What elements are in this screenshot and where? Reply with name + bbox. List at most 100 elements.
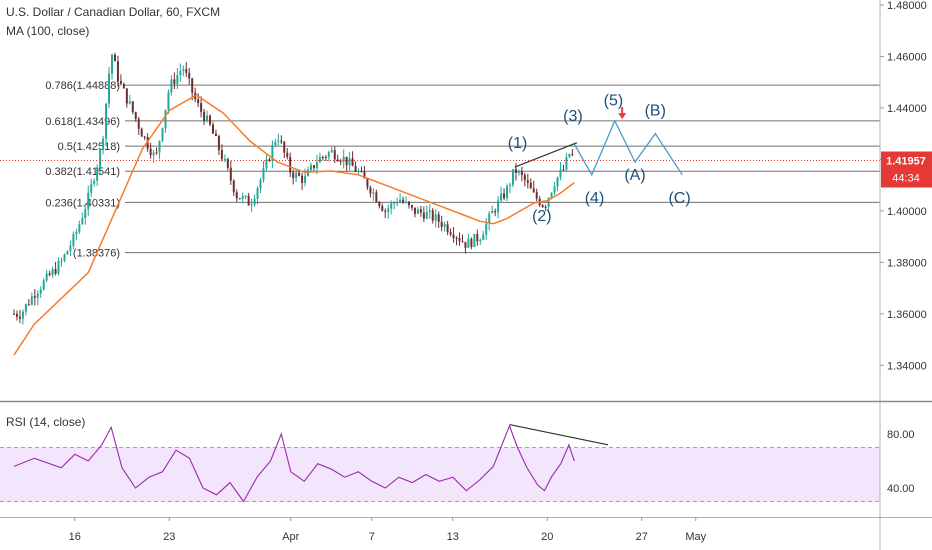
candle-body bbox=[295, 172, 298, 179]
candle-body bbox=[526, 180, 529, 183]
wave-label: (A) bbox=[624, 167, 645, 184]
candle-body bbox=[491, 211, 494, 214]
candle-body bbox=[122, 83, 125, 89]
candle-body bbox=[21, 311, 24, 319]
candle-body bbox=[173, 79, 176, 84]
candle-body bbox=[102, 138, 105, 150]
price-tick-label: 1.46000 bbox=[887, 51, 927, 63]
candle-body bbox=[283, 141, 286, 153]
candle-body bbox=[158, 140, 161, 153]
candle-body bbox=[217, 136, 220, 150]
candle-body bbox=[482, 234, 485, 240]
wave-label: (5) bbox=[604, 92, 624, 109]
candle-body bbox=[161, 128, 164, 141]
candle-body bbox=[119, 81, 122, 84]
candle-body bbox=[200, 103, 203, 112]
candle-body bbox=[84, 209, 87, 219]
candle-body bbox=[422, 212, 425, 219]
candle-body bbox=[155, 152, 158, 154]
candle-body bbox=[105, 103, 108, 139]
candle-body bbox=[351, 158, 354, 167]
chart-canvas[interactable]: 0.786(1.44888)0.618(1.43496)0.5(1.42518)… bbox=[0, 0, 932, 550]
candle-body bbox=[33, 296, 36, 298]
candle-body bbox=[458, 237, 461, 241]
candle-body bbox=[226, 159, 229, 168]
candle-body bbox=[381, 205, 384, 211]
candle-body bbox=[36, 293, 39, 298]
candle-body bbox=[506, 186, 509, 199]
candle-body bbox=[253, 198, 256, 205]
candle-body bbox=[437, 214, 440, 222]
candle-body bbox=[214, 133, 217, 137]
candle-body bbox=[39, 289, 42, 294]
candle-body bbox=[96, 167, 99, 181]
candle-body bbox=[431, 210, 434, 221]
candle-body bbox=[434, 214, 437, 221]
rsi-tick-label: 80.00 bbox=[887, 429, 915, 441]
candle-body bbox=[182, 69, 185, 71]
time-tick-label: May bbox=[685, 531, 706, 543]
fib-level-label: 0.382(1.41541) bbox=[45, 166, 120, 178]
candle-body bbox=[108, 73, 111, 104]
time-tick-label: 20 bbox=[541, 531, 553, 543]
candle-body bbox=[476, 233, 479, 242]
price-tick-label: 1.48000 bbox=[887, 0, 927, 12]
candle-body bbox=[298, 172, 301, 176]
candle-body bbox=[45, 273, 48, 281]
candle-body bbox=[425, 211, 428, 219]
candle-body bbox=[259, 179, 262, 189]
candle-body bbox=[455, 237, 458, 239]
candle-body bbox=[333, 150, 336, 160]
candle-body bbox=[262, 168, 265, 180]
rsi-divergence-line bbox=[509, 423, 609, 446]
candle-body bbox=[413, 207, 416, 214]
candle-body bbox=[220, 149, 223, 160]
rsi-tick-label: 40.00 bbox=[887, 483, 915, 495]
candle-body bbox=[27, 304, 30, 306]
candle-body bbox=[51, 269, 54, 276]
fib-level-label: 0.618(1.43496) bbox=[45, 116, 120, 128]
current-price-value: 1.41957 bbox=[886, 156, 926, 168]
candle-body bbox=[408, 201, 411, 206]
candle-body bbox=[446, 224, 449, 233]
candle-body bbox=[390, 203, 393, 209]
candle-body bbox=[479, 239, 482, 242]
candle-body bbox=[449, 232, 452, 235]
candle-body bbox=[307, 170, 310, 176]
candle-body bbox=[301, 175, 304, 183]
candle-body bbox=[143, 136, 146, 138]
candle-body bbox=[321, 156, 324, 158]
candle-body bbox=[511, 169, 514, 185]
candle-body bbox=[541, 205, 544, 207]
candle-body bbox=[93, 180, 96, 184]
rsi-band bbox=[0, 447, 880, 502]
candle-body bbox=[197, 99, 200, 104]
candle-body bbox=[559, 169, 562, 178]
candle-body bbox=[503, 193, 506, 199]
down-arrow-icon bbox=[618, 113, 627, 120]
time-tick-label: Apr bbox=[282, 531, 299, 543]
candle-body bbox=[500, 193, 503, 201]
candle-body bbox=[304, 175, 307, 183]
wave-label: (4) bbox=[585, 190, 605, 207]
candle-body bbox=[176, 75, 179, 84]
price-tick-label: 1.38000 bbox=[887, 257, 927, 269]
wave-label: (2) bbox=[532, 208, 552, 225]
candle-body bbox=[24, 304, 27, 312]
candle-body bbox=[286, 152, 289, 157]
candle-body bbox=[149, 148, 152, 156]
candle-body bbox=[523, 174, 526, 181]
price-tick-label: 1.44000 bbox=[887, 103, 927, 115]
candle-body bbox=[170, 79, 173, 93]
candle-body bbox=[87, 192, 90, 210]
candle-body bbox=[185, 69, 188, 73]
candle-body bbox=[556, 177, 559, 187]
candle-body bbox=[250, 204, 253, 206]
candle-body bbox=[18, 316, 21, 319]
candle-body bbox=[360, 171, 363, 173]
candle-body bbox=[419, 209, 422, 213]
candle-body bbox=[265, 159, 268, 169]
candle-body bbox=[140, 128, 143, 137]
candle-body bbox=[535, 192, 538, 199]
candle-body bbox=[369, 187, 372, 194]
